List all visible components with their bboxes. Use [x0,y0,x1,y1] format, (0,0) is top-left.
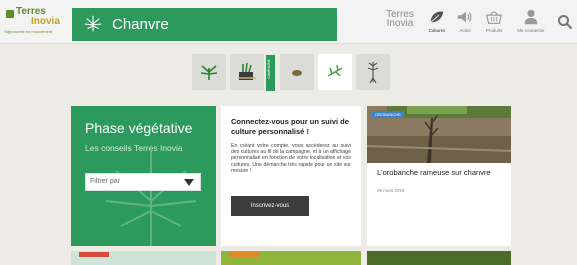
phase-button-seed[interactable] [280,54,314,90]
nav-login[interactable]: Me connecter [514,8,548,40]
filter-placeholder: Filtrer par [90,178,120,185]
phase-subtitle: Les conseils Terres Inovia [85,143,183,153]
nav-actus[interactable]: Actus [454,8,476,40]
nav-actus-label: Actus [459,28,471,33]
nav-produits[interactable]: Produits [481,8,507,40]
terres-inovia-logo[interactable]: Terres Inovia l'agronomie en mouvement [4,6,64,38]
crop-title: Chanvre [112,16,169,33]
filter-select[interactable]: Filtrer par [85,173,201,191]
search-icon[interactable] [557,14,573,30]
article-card[interactable]: OROBANCHE L'orobanche rameuse sur chanvr… [367,106,511,246]
leaf-icon [430,11,444,23]
signup-button[interactable]: Inscrivez-vous [231,196,309,216]
seed-icon [292,70,302,76]
crop-header: Chanvre [72,8,337,41]
phase-button-root-plant[interactable] [356,54,390,90]
leaf-spray-icon [327,64,343,77]
dropdown-arrow-icon [184,179,194,186]
phase-title: Phase végétative [85,120,193,136]
megaphone-icon [457,11,472,23]
user-icon [524,9,538,25]
phase-tab-campagne[interactable]: CAMPAGNE [266,55,275,91]
bottom-card-3[interactable] [367,251,511,265]
article-tag: OROBANCHE [372,111,404,118]
logo-line2: Inovia [31,16,60,27]
logo-tagline: l'agronomie en mouvement [4,29,53,34]
phase-button-plant[interactable] [192,54,226,90]
top-bar: Terres Inovia l'agronomie en mouvement C… [0,0,577,44]
brand-text-2: Inovia [386,18,414,29]
phase-tab-label: CAMPAGNE [267,59,271,79]
logo-mark [6,10,14,18]
nav-login-label: Me connecter [517,28,545,33]
nav-cultures[interactable]: Cultures [424,8,450,40]
nav-cultures-label: Cultures [428,28,446,33]
phase-advice-card: Phase végétative Les conseils Terres Ino… [71,106,216,246]
bottom-card-tag [79,252,109,257]
article-image: OROBANCHE [367,106,511,163]
nav-produits-label: Produits [485,28,503,33]
hemp-leaf-icon [84,15,102,32]
bottom-card-2[interactable] [221,251,361,265]
bottom-card-1[interactable] [71,251,216,265]
root-plant-icon [367,62,379,84]
login-card-title: Connectez-vous pour un suivi de culture … [231,117,349,136]
hemp-watermark-icon [105,151,197,246]
login-card-text: En créant votre compte, vous accéderez a… [231,143,351,174]
basket-icon [486,11,502,24]
bottom-card-tag [229,252,259,257]
harvest-icon [238,62,256,80]
article-date: 09 mars 2019 [377,188,405,193]
article-title: L'orobanche rameuse sur chanvre [377,168,491,177]
terres-inovia-link[interactable]: Terres Inovia [382,10,418,29]
phase-button-leaf-spray[interactable] [318,54,352,90]
plant-icon [200,65,218,80]
login-promo-card: Connectez-vous pour un suivi de culture … [221,106,361,246]
phase-button-harvest[interactable] [230,54,264,90]
